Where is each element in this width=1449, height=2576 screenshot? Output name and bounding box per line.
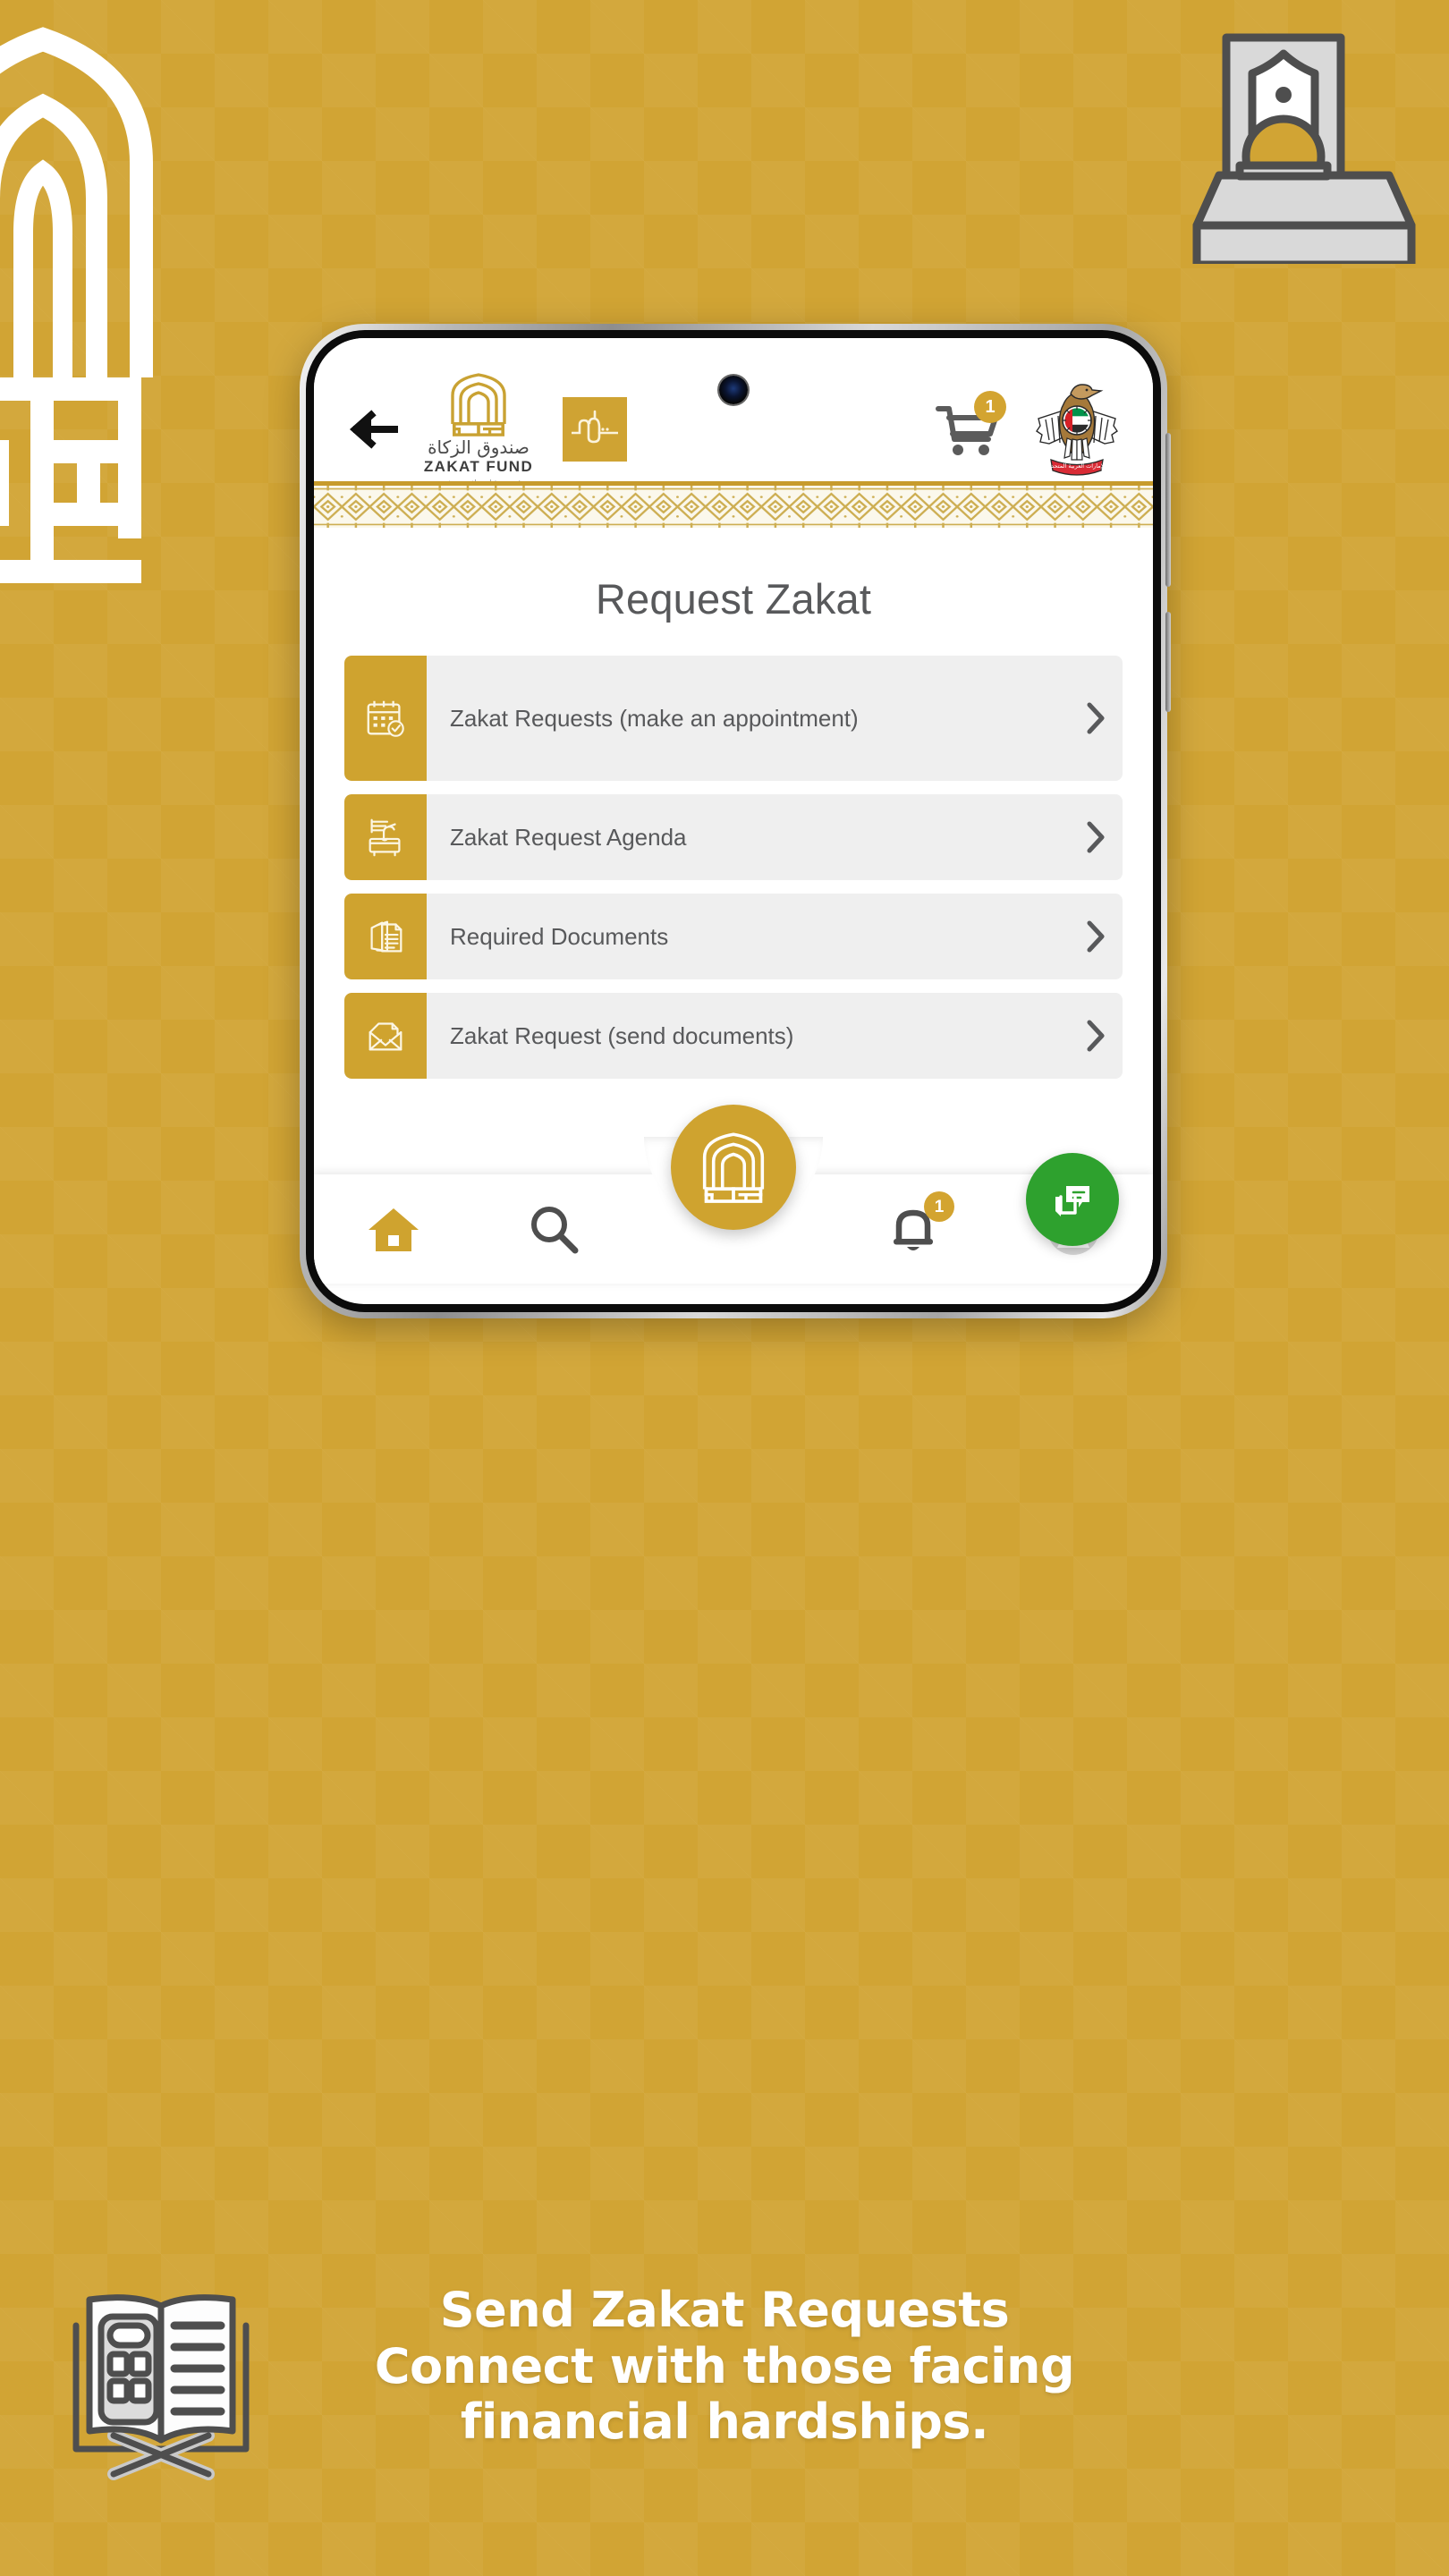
hand-donation-box-icon	[344, 794, 427, 880]
bell-wrapper: 1	[885, 1191, 954, 1258]
chevron-right-icon	[1069, 656, 1123, 781]
phone-mockup: صندوق الزكاة ZAKAT FUND رؤية مستقبلية . …	[300, 324, 1171, 1318]
cart-badge: 1	[974, 391, 1006, 423]
documents-stack-glyph	[370, 920, 402, 953]
menu-item-label: Zakat Request Agenda	[450, 823, 687, 851]
svg-text:الإمارات العربية المتحدة: الإمارات العربية المتحدة	[1048, 462, 1106, 470]
menu-item-label: Zakat Request (send documents)	[450, 1021, 794, 1049]
uae-federal-emblem-icon: الإمارات العربية المتحدة	[1036, 384, 1118, 476]
back-button[interactable]	[344, 401, 402, 458]
chevron-right-icon	[1069, 794, 1123, 880]
zakat-fund-home-fab[interactable]	[671, 1105, 796, 1230]
envelope-document-glyph	[369, 1022, 402, 1051]
caption-line-1: Send Zakat Requests	[439, 2282, 1010, 2338]
promo-stage: صندوق الزكاة ZAKAT FUND رؤية مستقبلية . …	[0, 0, 1449, 2576]
caption-line-2: Connect with those facing	[374, 2337, 1075, 2394]
cart-button[interactable]: 1	[935, 391, 1006, 461]
logo-english-name: ZAKAT FUND	[423, 458, 534, 475]
nav-item-notifications[interactable]: 1	[834, 1174, 994, 1284]
chat-support-button[interactable]	[1026, 1153, 1119, 1246]
front-camera-icon	[719, 376, 748, 404]
phone-screen: صندوق الزكاة ZAKAT FUND رؤية مستقبلية . …	[314, 338, 1153, 1304]
zakat-fund-arch-icon	[702, 1132, 765, 1203]
nafis-wordmark-icon	[572, 410, 618, 444]
back-arrow-icon	[349, 410, 398, 449]
chevron-right-icon	[1069, 993, 1123, 1079]
home-icon	[369, 1208, 419, 1251]
calendar-check-icon	[344, 656, 427, 781]
donation-box-with-banknote-icon	[1170, 27, 1438, 264]
decorative-pattern-band	[314, 481, 1153, 528]
chevron-right-icon	[1069, 894, 1123, 979]
zakat-fund-arch-monogram-icon	[0, 20, 338, 682]
menu-item-label: Required Documents	[450, 922, 669, 950]
volume-button[interactable]	[1165, 433, 1171, 587]
menu-item-zakat-request-send-documents[interactable]: Zakat Request (send documents)	[344, 993, 1123, 1079]
calendar-check-glyph	[367, 700, 404, 737]
menu-item-required-documents[interactable]: Required Documents	[344, 894, 1123, 979]
menu-item-zakat-request-agenda[interactable]: Zakat Request Agenda	[344, 794, 1123, 880]
app-content: Request Zakat Zakat Requests (make an ap…	[314, 528, 1153, 1284]
menu-item-label: Zakat Requests (make an appointment)	[450, 704, 859, 732]
nav-item-home[interactable]	[314, 1174, 474, 1284]
zakat-fund-logo[interactable]: صندوق الزكاة ZAKAT FUND رؤية مستقبلية . …	[416, 372, 541, 487]
chat-bubbles-icon	[1055, 1186, 1089, 1216]
notification-badge: 1	[924, 1191, 954, 1222]
nafis-logo[interactable]	[563, 397, 627, 462]
menu-item-zakat-requests-appointment[interactable]: Zakat Requests (make an appointment)	[344, 656, 1123, 781]
arabic-geometric-pattern-icon	[314, 486, 1153, 528]
hand-donation-box-glyph	[369, 818, 401, 857]
zakat-fund-arch-icon	[451, 373, 506, 436]
power-button[interactable]	[1165, 612, 1171, 712]
documents-stack-icon	[344, 894, 427, 979]
promo-caption: Send Zakat Requests Connect with those f…	[0, 2282, 1449, 2451]
request-menu-list: Zakat Requests (make an appointment) Zak…	[344, 656, 1123, 1079]
search-icon	[531, 1207, 579, 1254]
caption-line-3: financial hardships.	[460, 2394, 989, 2451]
app-header: صندوق الزكاة ZAKAT FUND رؤية مستقبلية . …	[314, 338, 1153, 487]
envelope-document-icon	[344, 993, 427, 1079]
logo-arabic-name: صندوق الزكاة	[428, 436, 530, 458]
nav-item-search[interactable]	[474, 1174, 634, 1284]
page-title: Request Zakat	[595, 575, 872, 623]
uae-emblem[interactable]: الإمارات العربية المتحدة	[1031, 379, 1123, 479]
